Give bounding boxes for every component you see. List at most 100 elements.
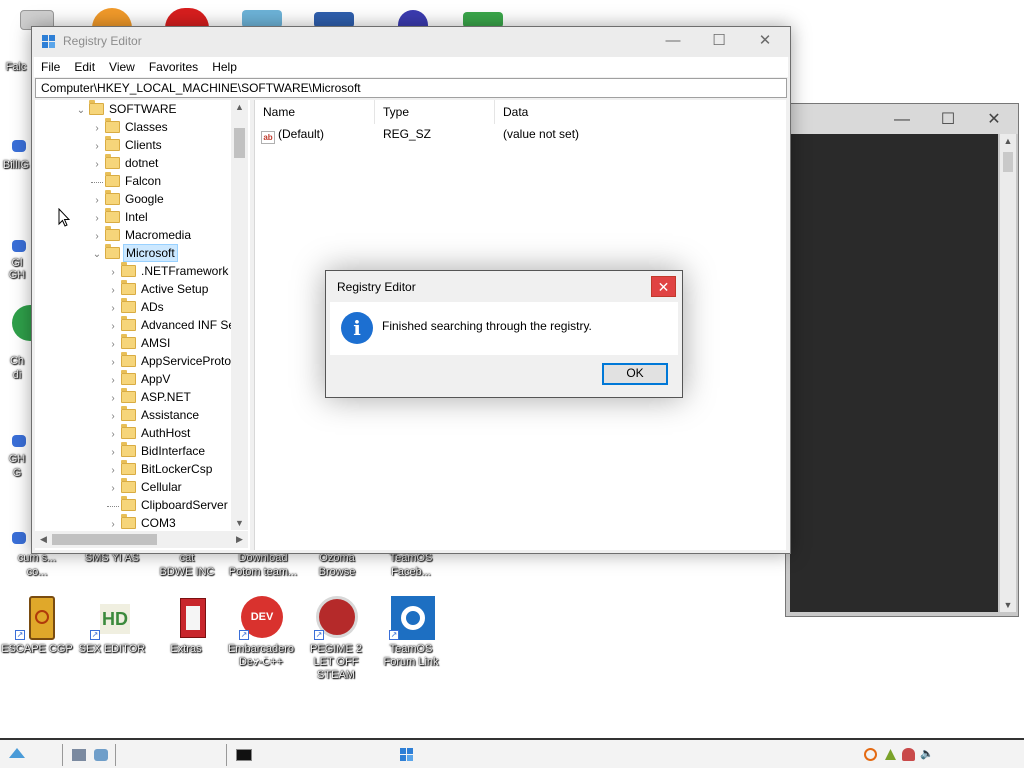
red-app-icon[interactable] bbox=[165, 8, 209, 28]
desktop-icon-teamos[interactable]: ↗ TeamOS Forum Link bbox=[374, 596, 448, 669]
tree-node-label: Cellular bbox=[141, 480, 182, 494]
scroll-down-icon[interactable]: ▼ bbox=[1000, 598, 1016, 612]
scroll-thumb[interactable] bbox=[52, 534, 157, 545]
registry-tree[interactable]: ⌄ SOFTWARE › Classes › Clients › dotnet Falcon › G… bbox=[35, 100, 250, 550]
pegime-icon: ↗ bbox=[314, 596, 358, 640]
column-header-type[interactable]: Type bbox=[375, 100, 495, 124]
tree-node[interactable]: Falcon bbox=[91, 172, 163, 190]
tree-node[interactable]: › Classes bbox=[91, 118, 170, 136]
scroll-up-icon[interactable]: ▲ bbox=[1000, 134, 1016, 148]
tray-app-icon[interactable] bbox=[864, 748, 877, 761]
folder-icon bbox=[105, 154, 120, 169]
shortcut-arrow-icon: ↗ bbox=[314, 630, 324, 640]
desktop-icon-dev-cpp[interactable]: DEV C++ ↗ Embarcadero Dev-C++ bbox=[224, 596, 298, 669]
scroll-up-icon[interactable]: ▲ bbox=[231, 102, 248, 112]
menu-edit[interactable]: Edit bbox=[67, 60, 102, 74]
maximize-button[interactable]: ☐ bbox=[696, 27, 742, 57]
tree-node-label: COM3 bbox=[141, 516, 176, 530]
tree-node[interactable]: ClipboardServer bbox=[107, 496, 230, 514]
background-window-content bbox=[790, 134, 998, 612]
tree-node[interactable]: › Advanced INF Set bbox=[107, 316, 240, 334]
tree-node[interactable]: › ADs bbox=[107, 298, 166, 316]
desktop-label-partial: BillIG bbox=[0, 156, 34, 172]
shortcut-icon[interactable] bbox=[12, 140, 26, 152]
tree-horizontal-scrollbar[interactable]: ◀ ▶ bbox=[35, 531, 248, 548]
close-button[interactable]: ✕ bbox=[974, 110, 1014, 130]
desktop-icon-escape-cgp[interactable]: ↗ ESCAPE CGP bbox=[0, 596, 74, 656]
menu-help[interactable]: Help bbox=[205, 60, 244, 74]
shortcut-icon[interactable] bbox=[12, 240, 26, 252]
tree-node[interactable]: › AMSI bbox=[107, 334, 172, 352]
background-window-scrollbar[interactable]: ▲ ▼ bbox=[1000, 134, 1016, 612]
tree-node[interactable]: › Intel bbox=[91, 208, 150, 226]
tree-node[interactable]: › AuthHost bbox=[107, 424, 192, 442]
tree-node[interactable]: › dotnet bbox=[91, 154, 160, 172]
value-row[interactable]: ab (Default) REG_SZ (value not set) bbox=[261, 124, 781, 144]
start-button[interactable] bbox=[8, 746, 52, 764]
close-button[interactable]: ✕ bbox=[742, 27, 788, 57]
address-bar[interactable]: Computer\HKEY_LOCAL_MACHINE\SOFTWARE\Mic… bbox=[35, 78, 787, 98]
tree-node[interactable]: › Clients bbox=[91, 136, 164, 154]
tree-vertical-scrollbar[interactable]: ▲ ▼ bbox=[231, 100, 248, 530]
minimize-button[interactable]: — bbox=[650, 27, 696, 57]
menu-favorites[interactable]: Favorites bbox=[142, 60, 205, 74]
cmd-icon[interactable] bbox=[236, 749, 252, 761]
column-header-data[interactable]: Data bbox=[495, 100, 695, 124]
tree-node[interactable]: › ASP.NET bbox=[107, 388, 193, 406]
firefox-icon[interactable] bbox=[92, 8, 132, 28]
desktop-icon-pegime[interactable]: ↗ PEGIME 2 LET OFF STEAM bbox=[299, 596, 373, 682]
taskbar-separator bbox=[226, 744, 227, 766]
tree-node[interactable]: › Cellular bbox=[107, 478, 184, 496]
warning-tray-icon[interactable] bbox=[884, 748, 897, 761]
regedit-taskbar-icon[interactable] bbox=[400, 748, 414, 762]
menu-bar: File Edit View Favorites Help bbox=[34, 57, 788, 77]
tree-node-label: Google bbox=[125, 192, 164, 206]
tree-node[interactable]: › Google bbox=[91, 190, 166, 208]
tree-node[interactable]: › Assistance bbox=[107, 406, 201, 424]
ok-button[interactable]: OK bbox=[602, 363, 668, 385]
tree-node[interactable]: ⌄ Microsoft bbox=[91, 244, 178, 262]
menu-file[interactable]: File bbox=[34, 60, 67, 74]
minimize-button[interactable]: — bbox=[882, 110, 922, 130]
quicklaunch-icon[interactable] bbox=[72, 749, 86, 761]
tree-node[interactable]: › .NETFramework bbox=[107, 262, 230, 280]
folder-icon bbox=[89, 100, 104, 115]
scroll-right-icon[interactable]: ▶ bbox=[231, 531, 248, 548]
quicklaunch-icon[interactable] bbox=[94, 749, 108, 761]
chevron-down-icon[interactable]: ⌄ bbox=[91, 246, 103, 264]
background-window-titlebar[interactable]: — ☐ ✕ bbox=[786, 104, 1018, 134]
icon-label: Potom team... bbox=[228, 566, 298, 578]
dialog-close-button[interactable]: ✕ bbox=[651, 276, 676, 297]
folder-icon bbox=[121, 514, 136, 529]
dialog-titlebar[interactable]: Registry Editor ✕ bbox=[326, 271, 682, 302]
chevron-down-icon[interactable]: ⌄ bbox=[75, 102, 87, 120]
tree-node[interactable]: › AppV bbox=[107, 370, 172, 388]
scroll-thumb[interactable] bbox=[1003, 152, 1013, 172]
menu-view[interactable]: View bbox=[102, 60, 142, 74]
shortcut-icon[interactable] bbox=[12, 435, 26, 447]
volume-icon[interactable]: 🔈 bbox=[920, 748, 934, 761]
scroll-left-icon[interactable]: ◀ bbox=[35, 531, 52, 548]
tree-node[interactable]: › Active Setup bbox=[107, 280, 210, 298]
tree-node[interactable]: › BidInterface bbox=[107, 442, 207, 460]
shortcut-icon[interactable] bbox=[12, 532, 26, 544]
tree-node-label: AMSI bbox=[141, 336, 171, 350]
tree-node[interactable]: › BitLockerCsp bbox=[107, 460, 214, 478]
maximize-button[interactable]: ☐ bbox=[928, 110, 968, 130]
registry-editor-titlebar[interactable]: Registry Editor — ☐ ✕ bbox=[32, 27, 790, 57]
tree-node[interactable]: › COM3 bbox=[107, 514, 178, 532]
desktop-icon-sex-editor[interactable]: HD ↗ SEX EDITOR bbox=[75, 596, 149, 656]
tree-node[interactable]: ⌄ SOFTWARE bbox=[75, 100, 179, 118]
tree-node[interactable]: › Macromedia bbox=[91, 226, 193, 244]
desktop-icon-extras[interactable]: Extras bbox=[149, 596, 223, 656]
scroll-down-icon[interactable]: ▼ bbox=[231, 518, 248, 528]
column-header-name[interactable]: Name bbox=[255, 100, 375, 124]
message-dialog[interactable]: Registry Editor ✕ i Finished searching t… bbox=[325, 270, 683, 398]
tree-node[interactable]: › AppServiceProtoc bbox=[107, 352, 239, 370]
network-tray-icon[interactable] bbox=[902, 748, 915, 761]
tray-clock[interactable] bbox=[940, 748, 1000, 761]
tree-node-label: dotnet bbox=[125, 156, 159, 170]
folder-icon bbox=[121, 298, 136, 313]
scroll-thumb[interactable] bbox=[234, 128, 245, 158]
background-window[interactable]: — ☐ ✕ ▲ ▼ bbox=[785, 103, 1019, 617]
